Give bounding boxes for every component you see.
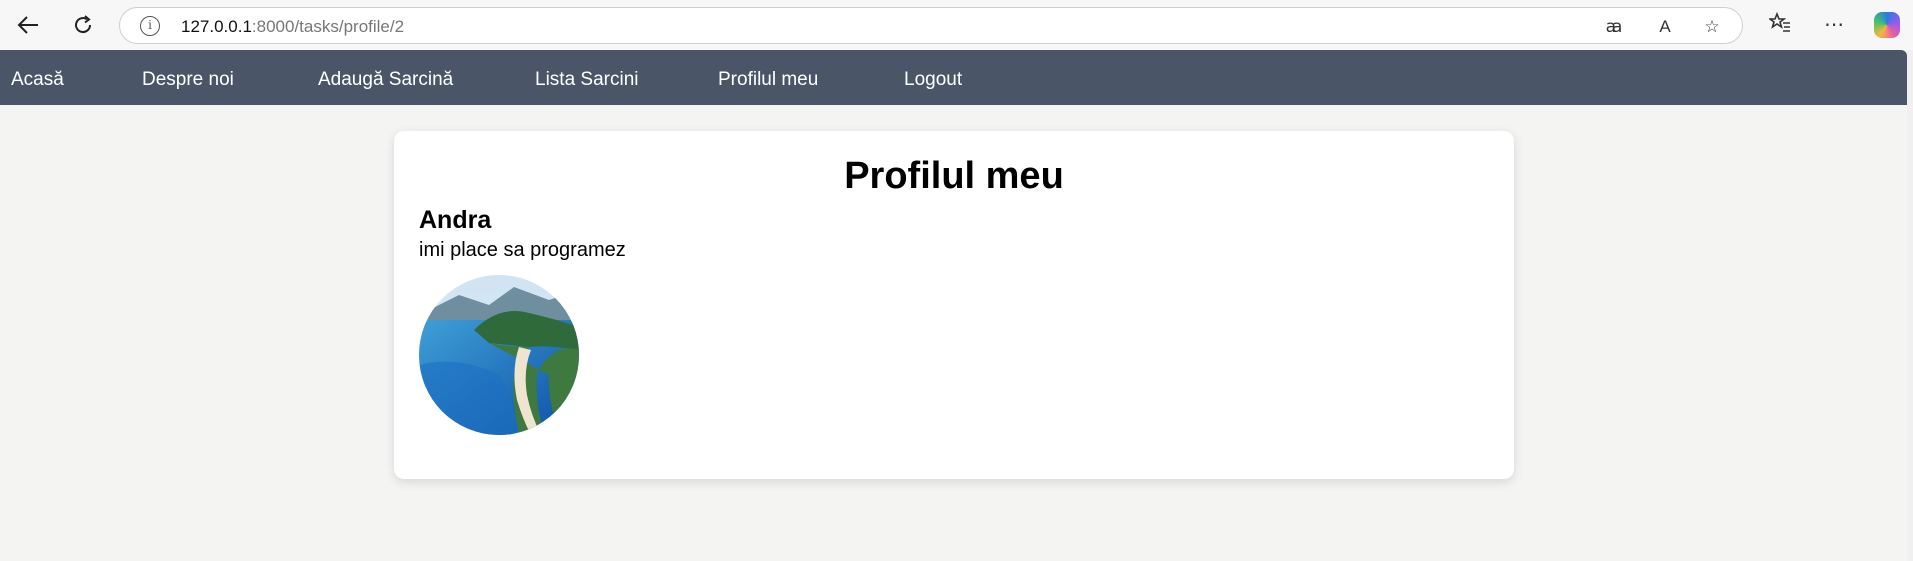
nav-link-lista-sarcini[interactable]: Lista Sarcini (535, 69, 639, 91)
avatar (419, 275, 579, 435)
profile-card: Profilul meu Andra imi place sa programe… (394, 131, 1514, 479)
site-info-icon[interactable]: i (140, 16, 160, 36)
profile-name: Andra (419, 206, 492, 234)
favorite-star-icon[interactable]: ☆ (1700, 17, 1724, 37)
copilot-icon[interactable] (1874, 12, 1900, 38)
page-title: Profilul meu (844, 155, 1064, 197)
more-icon[interactable]: ⋯ (1820, 12, 1848, 38)
reload-icon[interactable] (66, 8, 100, 42)
favorites-icon[interactable] (1766, 11, 1794, 38)
translate-icon[interactable]: ꜳ (1602, 17, 1626, 37)
page-scrollbar[interactable] (1907, 50, 1913, 561)
nav-link-profilul-meu[interactable]: Profilul meu (718, 69, 818, 91)
nav-link-logout[interactable]: Logout (904, 69, 962, 91)
nav-link-adauga-sarcina[interactable]: Adaugă Sarcină (318, 69, 453, 91)
browser-toolbar: i 127.0.0.1:8000/tasks/profile/2 ꜳ A ☆ ⋯ (0, 0, 1913, 50)
address-bar[interactable]: i 127.0.0.1:8000/tasks/profile/2 ꜳ A ☆ (119, 7, 1743, 44)
profile-bio: imi place sa programez (419, 239, 626, 261)
url-text[interactable]: 127.0.0.1:8000/tasks/profile/2 (181, 17, 404, 37)
nav-link-acasa[interactable]: Acasă (11, 69, 64, 91)
nav-link-despre-noi[interactable]: Despre noi (142, 69, 234, 91)
url-host: 127.0.0.1 (181, 17, 252, 36)
back-arrow-icon[interactable] (11, 8, 45, 42)
site-navbar: Acasă Despre noi Adaugă Sarcină Lista Sa… (0, 50, 1907, 105)
read-aloud-icon[interactable]: A (1653, 17, 1677, 37)
url-path: :8000/tasks/profile/2 (251, 17, 405, 36)
